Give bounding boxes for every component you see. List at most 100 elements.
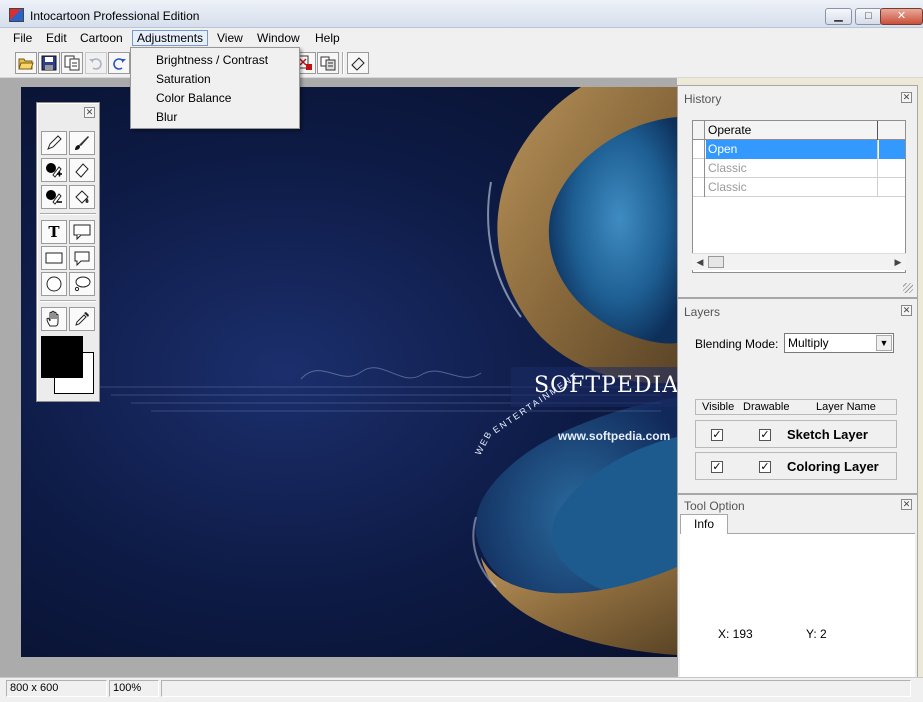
- layer-row-sketch[interactable]: ✓ ✓ Sketch Layer: [695, 420, 897, 448]
- minimize-button[interactable]: ▁: [825, 8, 852, 25]
- palette-separator: [40, 300, 96, 302]
- layers-close-button[interactable]: ✕: [901, 305, 912, 316]
- tool-palette: ✕ T: [36, 102, 100, 402]
- drawable-checkbox[interactable]: ✓: [759, 461, 771, 473]
- scroll-right-icon[interactable]: ▶: [892, 256, 904, 268]
- menu-saturation[interactable]: Saturation: [131, 70, 299, 89]
- history-panel: History ✕ Operate Open Classic Classic ◀…: [677, 85, 918, 298]
- history-row-label: Open: [706, 140, 878, 159]
- history-close-button[interactable]: ✕: [901, 92, 912, 103]
- window-title: Intocartoon Professional Edition: [30, 9, 200, 23]
- chevron-down-icon[interactable]: ▼: [876, 335, 892, 351]
- drawable-checkbox[interactable]: ✓: [759, 429, 771, 441]
- menu-window[interactable]: Window: [253, 30, 304, 46]
- menu-view[interactable]: View: [213, 30, 247, 46]
- menu-edit[interactable]: Edit: [42, 30, 71, 46]
- scroll-thumb[interactable]: [708, 256, 724, 268]
- layer-list-header: Visible Drawable Layer Name: [695, 399, 897, 415]
- island-image: [91, 87, 677, 655]
- history-grid: Operate Open Classic Classic: [692, 120, 906, 273]
- layer-row-coloring[interactable]: ✓ ✓ Coloring Layer: [695, 452, 897, 480]
- layers-panel: Layers ✕ Blending Mode: Multiply ▼ Visib…: [677, 298, 918, 494]
- menu-cartoon[interactable]: Cartoon: [76, 30, 127, 46]
- resize-grip-icon[interactable]: [903, 283, 913, 293]
- header-drawable: Drawable: [743, 401, 790, 413]
- cursor-x-readout: X: 193: [718, 627, 753, 641]
- workspace: SOFTPEDIA www.softpedia.com WEB ENTERTAI…: [0, 78, 677, 677]
- menu-brightness-contrast[interactable]: Brightness / Contrast: [131, 51, 299, 70]
- menu-blur[interactable]: Blur: [131, 108, 299, 127]
- app-icon: [9, 8, 24, 22]
- close-button[interactable]: ✕: [880, 8, 923, 25]
- ellipse-icon[interactable]: [41, 272, 67, 296]
- maximize-button[interactable]: □: [855, 8, 882, 25]
- fill-icon[interactable]: [69, 185, 95, 209]
- history-row[interactable]: Open: [693, 140, 905, 159]
- add-shade-icon[interactable]: [41, 158, 67, 182]
- menu-adjustments[interactable]: Adjustments: [132, 30, 209, 46]
- row-header-cell: [693, 140, 705, 159]
- speech-bubble-icon[interactable]: [69, 220, 95, 244]
- thought-bubble-icon[interactable]: [69, 272, 95, 296]
- pencil-icon[interactable]: [41, 131, 67, 155]
- status-bar: 800 x 600 100%: [0, 677, 923, 702]
- tool-option-close-button[interactable]: ✕: [901, 499, 912, 510]
- blending-mode-value: Multiply: [788, 336, 829, 350]
- hand-icon[interactable]: [41, 307, 67, 331]
- eyedropper-icon[interactable]: [69, 307, 95, 331]
- history-row-extra: [879, 140, 905, 159]
- brush-icon[interactable]: [69, 131, 95, 155]
- foreground-color-swatch[interactable]: [41, 336, 83, 378]
- text-tool[interactable]: T: [41, 220, 67, 244]
- redo-icon[interactable]: [108, 52, 130, 74]
- menu-color-balance[interactable]: Color Balance: [131, 89, 299, 108]
- history-row-label: Classic: [706, 178, 878, 197]
- row-header-cell: [693, 178, 705, 197]
- layers-title: Layers: [684, 305, 721, 319]
- status-message: [161, 680, 911, 697]
- visible-checkbox[interactable]: ✓: [711, 429, 723, 441]
- toolbar-separator: [342, 52, 344, 74]
- tool-option-title: Tool Option: [684, 499, 745, 513]
- callout-icon[interactable]: [69, 246, 95, 270]
- rectangle-icon[interactable]: [41, 246, 67, 270]
- scroll-left-icon[interactable]: ◀: [694, 256, 706, 268]
- drawing-canvas[interactable]: SOFTPEDIA www.softpedia.com WEB ENTERTAI…: [21, 87, 677, 657]
- row-header-cell: [693, 159, 705, 178]
- cursor-y-readout: Y: 2: [806, 627, 827, 641]
- title-bar: Intocartoon Professional Edition ▁ □ ✕: [0, 0, 923, 28]
- history-column-operate[interactable]: Operate: [706, 121, 878, 140]
- menu-file[interactable]: File: [9, 30, 36, 46]
- history-title: History: [684, 92, 722, 106]
- history-row-label: Classic: [706, 159, 878, 178]
- menu-bar: File Edit Cartoon Adjustments View Windo…: [0, 28, 923, 48]
- history-header-row: Operate: [693, 121, 905, 140]
- tool-option-panel: Tool Option ✕ X: 193 Y: 2 Info: [677, 494, 918, 691]
- blending-mode-select[interactable]: Multiply ▼: [784, 333, 894, 353]
- watermark-url: www.softpedia.com: [558, 429, 671, 443]
- history-row[interactable]: Classic: [693, 159, 905, 178]
- save-icon[interactable]: [38, 52, 60, 74]
- layer-name: Sketch Layer: [787, 427, 868, 442]
- eraser-icon[interactable]: [347, 52, 369, 74]
- header-layer-name: Layer Name: [816, 401, 876, 413]
- remove-shade-icon[interactable]: [41, 185, 67, 209]
- adjustments-dropdown: Brightness / Contrast Saturation Color B…: [130, 47, 300, 129]
- open-icon[interactable]: [15, 52, 37, 74]
- layer-name: Coloring Layer: [787, 459, 879, 474]
- copy-icon[interactable]: [61, 52, 83, 74]
- history-horizontal-scrollbar[interactable]: ◀ ▶: [692, 253, 906, 270]
- palette-close-button[interactable]: ✕: [84, 107, 95, 118]
- batch-icon[interactable]: [317, 52, 339, 74]
- eraser-icon[interactable]: [69, 158, 95, 182]
- status-zoom: 100%: [109, 680, 159, 697]
- visible-checkbox[interactable]: ✓: [711, 461, 723, 473]
- status-image-size: 800 x 600: [6, 680, 107, 697]
- info-tab-body: X: 193 Y: 2: [680, 533, 915, 687]
- row-header-cell: [693, 121, 705, 140]
- palette-separator: [40, 213, 96, 215]
- undo-icon[interactable]: [85, 52, 107, 74]
- history-row[interactable]: Classic: [693, 178, 905, 197]
- tab-info[interactable]: Info: [680, 514, 728, 534]
- menu-help[interactable]: Help: [311, 30, 344, 46]
